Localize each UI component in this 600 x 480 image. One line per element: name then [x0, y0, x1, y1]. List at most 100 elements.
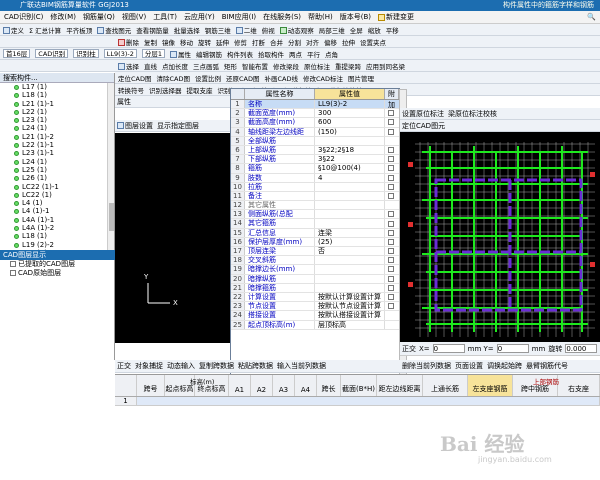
property-row[interactable]: 18 交叉斜筋	[231, 256, 399, 266]
tb-orbit-button[interactable]: 动态观察	[279, 25, 314, 35]
tb-extend-button[interactable]: 延伸	[216, 37, 229, 47]
property-row[interactable]: 4 轴线距梁左边线距 (150)	[231, 127, 399, 137]
tree-item[interactable]: L24 (1)	[0, 124, 114, 132]
tb-mirror-button[interactable]: 镜像	[162, 37, 175, 47]
tree-item[interactable]: L21 (1)-1	[0, 100, 114, 108]
floor-select[interactable]: 首16层	[3, 49, 31, 58]
tb-find-button[interactable]: 查找图元	[97, 25, 131, 35]
menu-tools[interactable]: 工具(T)	[153, 12, 177, 22]
tb-rotate-button[interactable]: 旋转	[198, 37, 211, 47]
extra-checkbox[interactable]	[388, 119, 394, 126]
extra-checkbox[interactable]	[388, 303, 394, 310]
property-value[interactable]	[315, 191, 385, 201]
extra-checkbox[interactable]	[388, 174, 394, 181]
edit-rebar-button[interactable]: 编辑钢筋	[196, 49, 222, 59]
tb-fullscreen-button[interactable]: 全屏	[350, 25, 363, 35]
attr-button[interactable]: 属性	[170, 49, 191, 59]
modify-beam-button[interactable]: 修改梁段	[273, 61, 299, 71]
select-button[interactable]: 选择	[118, 61, 139, 71]
extra-checkbox[interactable]	[388, 165, 394, 172]
property-row[interactable]: 13 侧面纵筋(总配	[231, 210, 399, 220]
tb-merge-button[interactable]: 合并	[270, 37, 283, 47]
extra-checkbox[interactable]	[388, 248, 394, 255]
property-row[interactable]: 23 节点设置 按默认节点设置计算	[231, 302, 399, 312]
layer-item-extracted[interactable]: 已提取的CAD图层	[0, 260, 114, 269]
layer-select[interactable]: 分层1	[141, 49, 165, 58]
property-value[interactable]	[315, 136, 385, 145]
tree-item[interactable]: LC22 (1)	[0, 191, 114, 199]
property-value[interactable]: LL9(3)-2	[315, 100, 385, 109]
restore-cad-button[interactable]: 还原CAD图	[226, 73, 260, 83]
recognize-selector-button[interactable]: 识别选择器	[149, 85, 182, 95]
property-row[interactable]: 5 全部纵筋	[231, 136, 399, 146]
property-row[interactable]: 17 顶层连梁否	[231, 247, 399, 257]
property-value[interactable]: 按默认搭接设置计算	[315, 311, 385, 320]
extra-checkbox[interactable]	[388, 220, 394, 227]
property-row[interactable]: 2 截面宽度(mm) 300	[231, 109, 399, 119]
property-value[interactable]: (150)	[315, 127, 385, 136]
extract-support-button[interactable]: 提取支座	[187, 85, 213, 95]
dynamic-input-button[interactable]: 动态输入	[167, 361, 195, 371]
rectangle-button[interactable]: 矩形	[224, 61, 237, 71]
property-value[interactable]: 按默认节点设置计算	[315, 302, 385, 311]
property-value[interactable]	[315, 210, 385, 219]
image-manage-button[interactable]: 图片管理	[348, 73, 374, 83]
tree-item[interactable]: L4A (1)-2	[0, 224, 114, 232]
property-value[interactable]: 按默认计算设置计算	[315, 292, 385, 302]
property-value[interactable]: 4	[315, 173, 385, 182]
extra-checkbox[interactable]	[388, 257, 394, 264]
new-change-button[interactable]: 新建变更	[378, 12, 414, 22]
property-row[interactable]: 8 箍筋 §10@100(4)	[231, 164, 399, 174]
point-angle-button[interactable]: 点角	[325, 49, 338, 59]
tree-item[interactable]: L19 (2)-2	[0, 241, 114, 249]
layer-checkbox[interactable]	[10, 270, 16, 276]
input-column-button[interactable]: 输入当前列数据	[277, 361, 326, 371]
property-row[interactable]: 19 暗撑边长(mm)	[231, 265, 399, 275]
tree-item[interactable]: L22 (1)	[0, 108, 114, 116]
tb-summary-button[interactable]: Σ 汇总计算	[29, 25, 61, 35]
property-row[interactable]: 11 备注	[231, 191, 399, 202]
extra-checkbox[interactable]	[388, 294, 394, 301]
menu-cloud[interactable]: 云应用(Y)	[184, 12, 215, 22]
apply-same-name-button[interactable]: 应用到同名梁	[366, 61, 405, 71]
extra-checkbox[interactable]	[388, 192, 394, 199]
property-value[interactable]	[315, 283, 385, 292]
property-value[interactable]	[315, 182, 385, 191]
tb-local-3d-button[interactable]: 局部三维	[319, 25, 345, 35]
ortho-button[interactable]: 正交	[117, 361, 131, 371]
layer-checkbox[interactable]	[10, 261, 16, 267]
ortho-mode[interactable]: 正交	[402, 344, 416, 354]
clear-cad-button[interactable]: 清除CAD图	[157, 73, 191, 83]
tb-pan-button[interactable]: 平移	[386, 25, 399, 35]
menu-help[interactable]: 帮助(H)	[308, 12, 333, 22]
extra-checkbox[interactable]	[388, 128, 394, 135]
point-length-button[interactable]: 点加长度	[162, 61, 188, 71]
element-select[interactable]: LL9(3)-2	[103, 49, 137, 58]
line-button[interactable]: 直线	[144, 61, 157, 71]
property-row[interactable]: 14 其它箍筋	[231, 219, 399, 229]
convert-symbol-button[interactable]: 转换符号	[118, 85, 144, 95]
property-row[interactable]: 21 暗撑箍筋	[231, 283, 399, 293]
rotate-input[interactable]: 0.000	[565, 344, 598, 353]
tb-grip-button[interactable]: 设置夹点	[360, 37, 386, 47]
property-row[interactable]: 16 保护层厚度(mm) (25)	[231, 237, 399, 247]
tree-scrollbar[interactable]	[107, 83, 114, 250]
extra-checkbox[interactable]	[388, 156, 394, 163]
smart-place-button[interactable]: 智能布置	[242, 61, 268, 71]
re-span-button[interactable]: 重提梁跨	[335, 61, 361, 71]
extra-checkbox[interactable]	[388, 147, 394, 154]
tree-item[interactable]: L4A (1)-1	[0, 216, 114, 224]
cad-canvas-main[interactable]	[400, 132, 600, 342]
property-row[interactable]: 1 名称 LL9(3)-2	[231, 100, 399, 110]
page-setup-button[interactable]: 页面设置	[455, 361, 483, 371]
property-value[interactable]	[315, 256, 385, 265]
tree-search-input[interactable]: 搜索构件...	[0, 73, 114, 83]
tree-item[interactable]: L21 (1)-2	[0, 133, 114, 141]
set-insitu-button[interactable]: 设置原位标注	[402, 109, 444, 119]
cantilever-code-button[interactable]: 悬臂钢筋代号	[526, 361, 568, 371]
property-value[interactable]	[315, 201, 385, 210]
cad-mode-select[interactable]: CAD识别	[35, 49, 69, 58]
tree-item[interactable]: L4 (1)-1	[0, 207, 114, 215]
tb-trim-button[interactable]: 修剪	[234, 37, 247, 47]
tb-define-button[interactable]: 定义	[3, 25, 24, 35]
